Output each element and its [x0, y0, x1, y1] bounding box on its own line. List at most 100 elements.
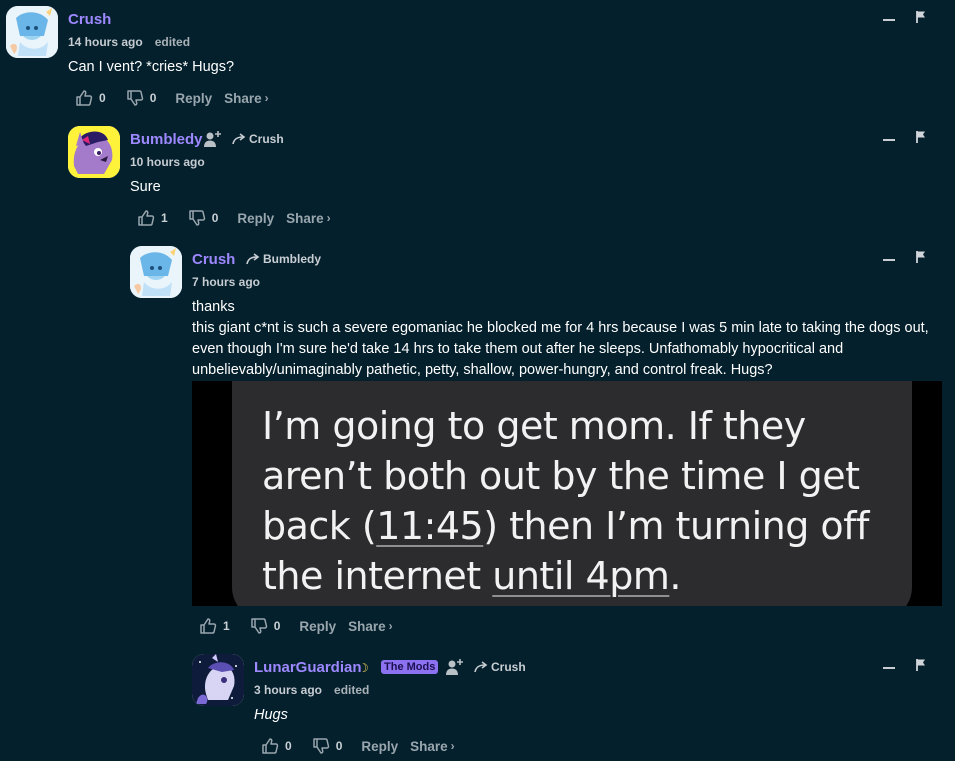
minimize-icon[interactable] [883, 18, 895, 21]
reply-to-username: Crush [249, 132, 284, 146]
upvote-button[interactable]: 1 [137, 209, 168, 227]
comment-meta: 10 hours ago [130, 155, 205, 169]
downvote-button[interactable]: 0 [126, 89, 157, 107]
minimize-icon[interactable] [883, 666, 895, 669]
comment-body: thanks this giant c*nt is such a severe … [192, 297, 937, 381]
mod-badge[interactable]: The Mods [381, 660, 439, 674]
timestamp[interactable]: 10 hours ago [130, 155, 205, 169]
reply-arrow-icon [474, 661, 488, 673]
image-text-segment: the internet [262, 554, 493, 598]
image-text-line: I’m going to get mom. If they [262, 404, 806, 448]
reply-button[interactable]: Reply [299, 619, 336, 634]
username[interactable]: LunarGuardian [254, 659, 362, 676]
thumbs-down-icon [312, 737, 330, 755]
username[interactable]: Crush [192, 251, 235, 268]
minimize-icon[interactable] [883, 258, 895, 261]
share-button[interactable]: Share › [410, 739, 455, 754]
downvote-button[interactable]: 0 [312, 737, 343, 755]
thumbs-down-icon [188, 209, 206, 227]
reply-button[interactable]: Reply [361, 739, 398, 754]
share-label: Share [224, 90, 262, 106]
reply-to[interactable]: Crush [232, 132, 284, 146]
comment-actions: 0 0 Reply Share › [75, 88, 269, 108]
thumbs-down-icon [250, 617, 268, 635]
minimize-icon[interactable] [883, 138, 895, 141]
flag-icon[interactable] [915, 130, 927, 144]
reply-button[interactable]: Reply [175, 91, 212, 106]
edited-label: edited [334, 683, 370, 697]
moon-icon: ☽ [358, 661, 369, 675]
comment-body: Can I vent? *cries* Hugs? [68, 59, 235, 75]
username[interactable]: Crush [68, 11, 111, 28]
image-text-until: until 4pm [492, 554, 670, 598]
comment-controls [883, 658, 927, 672]
share-label: Share [410, 738, 448, 754]
share-label: Share [286, 210, 324, 226]
crush-avatar-icon [6, 6, 58, 58]
chevron-right-icon: › [264, 91, 269, 105]
chevron-right-icon: › [450, 739, 455, 753]
crush-avatar-icon [130, 246, 182, 298]
share-button[interactable]: Share › [286, 211, 331, 226]
avatar[interactable] [68, 126, 120, 178]
upvote-button[interactable]: 0 [261, 737, 292, 755]
timestamp[interactable]: 3 hours ago [254, 683, 322, 697]
image-text-segment: back ( [262, 504, 377, 548]
timestamp[interactable]: 14 hours ago [68, 35, 143, 49]
comment-meta: 14 hours ago edited [68, 35, 190, 49]
image-text-line: aren’t both out by the time I get [262, 454, 860, 498]
chevron-right-icon: › [388, 619, 393, 633]
upvote-button[interactable]: 1 [199, 617, 230, 635]
image-text-time: 11:45 [376, 504, 484, 548]
follow-user-icon[interactable] [203, 130, 223, 148]
lunarguardian-avatar-icon [192, 654, 244, 706]
downvote-button[interactable]: 0 [250, 617, 281, 635]
comment-controls [883, 10, 927, 24]
comment-meta: 7 hours ago [192, 275, 260, 289]
downvote-count: 0 [335, 739, 343, 753]
reply-arrow-icon [246, 253, 260, 265]
avatar[interactable] [6, 6, 58, 58]
upvote-button[interactable]: 0 [75, 89, 106, 107]
reply-button[interactable]: Reply [237, 211, 274, 226]
comment-actions: 1 0 Reply Share › [137, 208, 331, 228]
share-label: Share [348, 618, 386, 634]
comment-body: Hugs [254, 707, 288, 723]
comment-body-paragraph: this giant c*nt is such a severe egomani… [192, 320, 929, 378]
upvote-count: 0 [99, 91, 106, 105]
thumbs-up-icon [199, 617, 217, 635]
comment-controls [883, 250, 927, 264]
share-button[interactable]: Share › [348, 619, 393, 634]
upvote-count: 1 [161, 211, 168, 225]
downvote-button[interactable]: 0 [188, 209, 219, 227]
timestamp[interactable]: 7 hours ago [192, 275, 260, 289]
downvote-count: 0 [149, 91, 157, 105]
flag-icon[interactable] [915, 10, 927, 24]
share-button[interactable]: Share › [224, 91, 269, 106]
downvote-count: 0 [273, 619, 281, 633]
downvote-count: 0 [211, 211, 219, 225]
image-text-line: back (11:45) then I’m turning off [262, 501, 902, 551]
chevron-right-icon: › [326, 211, 331, 225]
image-text-line: the internet until 4pm. [262, 551, 902, 601]
comment-body-line: thanks [192, 299, 235, 315]
comment-body: Sure [130, 179, 161, 195]
username[interactable]: Bumbledy [130, 131, 203, 148]
reply-to[interactable]: Bumbledy [246, 252, 321, 266]
thumbs-down-icon [126, 89, 144, 107]
comment-actions: 0 0 Reply Share › [261, 736, 455, 756]
image-text: I’m going to get mom. If they aren’t bot… [262, 401, 902, 601]
avatar[interactable] [192, 654, 244, 706]
thumbs-up-icon [137, 209, 155, 227]
edited-label: edited [154, 35, 191, 49]
comment-controls [883, 130, 927, 144]
embedded-image[interactable]: I’m going to get mom. If they aren’t bot… [192, 381, 942, 606]
reply-to[interactable]: Crush [474, 660, 526, 674]
reply-to-username: Crush [491, 660, 526, 674]
flag-icon[interactable] [915, 250, 927, 264]
flag-icon[interactable] [915, 658, 927, 672]
image-text-segment: . [669, 554, 681, 598]
upvote-count: 1 [223, 619, 230, 633]
avatar[interactable] [130, 246, 182, 298]
follow-user-icon[interactable] [445, 658, 465, 676]
